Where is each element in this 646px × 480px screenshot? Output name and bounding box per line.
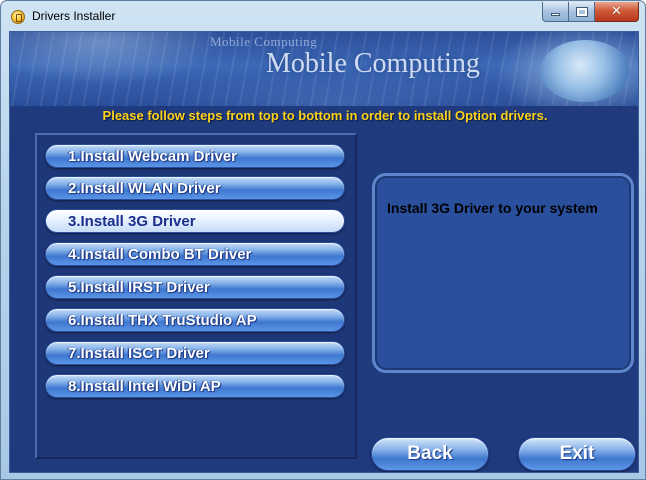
installer-client-area: Mobile Computing Mobile Computing Please… [9,31,639,473]
driver-steps-panel: 1.Install Webcam Driver 2.Install WLAN D… [35,133,357,459]
drivers-installer-window: Drivers Installer ✕ Mobile Computing Mob… [0,0,646,480]
install-thx-trustudio-ap-button[interactable]: 6.Install THX TruStudio AP [45,308,345,332]
exit-button[interactable]: Exit [518,437,636,471]
app-icon [11,10,25,24]
install-combo-bt-driver-button[interactable]: 4.Install Combo BT Driver [45,242,345,266]
install-irst-driver-button[interactable]: 5.Install IRST Driver [45,275,345,299]
close-icon: ✕ [611,4,622,19]
close-button[interactable]: ✕ [595,2,639,22]
install-webcam-driver-button[interactable]: 1.Install Webcam Driver [45,144,345,168]
minimize-icon [551,13,560,16]
install-isct-driver-button[interactable]: 7.Install ISCT Driver [45,341,345,365]
minimize-button[interactable] [542,2,569,22]
maximize-button[interactable] [569,2,595,22]
banner-globe-image [540,40,630,102]
window-title: Drivers Installer [32,9,116,23]
instruction-text: Please follow steps from top to bottom i… [102,108,548,123]
install-intel-widi-ap-button[interactable]: 8.Install Intel WiDi AP [45,374,345,398]
description-box: Install 3G Driver to your system [372,173,634,373]
banner-title: Mobile Computing [266,48,480,79]
install-3g-driver-button[interactable]: 3.Install 3G Driver [45,209,345,233]
caption-buttons: ✕ [542,2,639,22]
back-button[interactable]: Back [371,437,489,471]
banner: Mobile Computing Mobile Computing [10,32,638,106]
install-wlan-driver-button[interactable]: 2.Install WLAN Driver [45,176,345,200]
description-text: Install 3G Driver to your system [387,200,598,216]
title-bar[interactable]: Drivers Installer ✕ [1,1,646,31]
maximize-icon [575,6,588,17]
